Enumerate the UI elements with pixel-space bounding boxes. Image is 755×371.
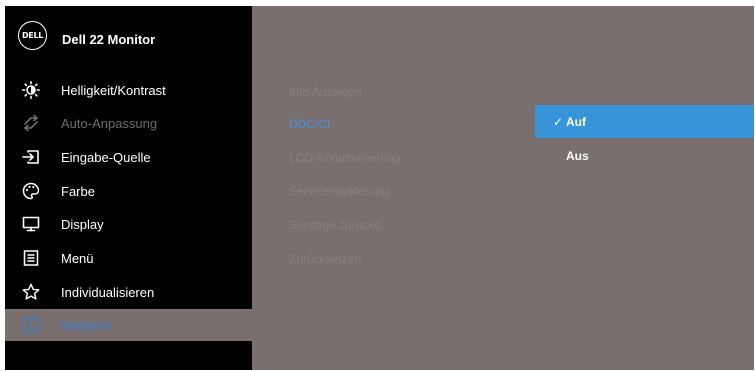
menu-item-label: Eingabe-Quelle: [61, 149, 151, 165]
menu-item-label: Display: [61, 216, 104, 232]
dell-logo-text: DELL: [21, 31, 44, 40]
menu-item-color[interactable]: Farbe: [5, 175, 252, 207]
menu-item-label: Weiteres: [61, 317, 113, 333]
dell-logo: DELL: [18, 21, 47, 50]
menu-item-brightness-contrast[interactable]: Helligkeit/Kontrast: [5, 74, 252, 106]
submenu-item-service-tag[interactable]: Servicemarkierung: [289, 184, 389, 198]
main-menu-sidebar: DELL Dell 22 Monitor Helligkeit/Kontrast…: [5, 6, 252, 370]
auto-adjust-icon: [22, 114, 40, 132]
submenu-item-ddc-ci[interactable]: DDC/CI: [289, 117, 330, 131]
menu-item-label: Individualisieren: [61, 284, 155, 300]
submenu-item-lcd-conditioning[interactable]: LCD-Konditionierung: [289, 151, 400, 165]
monitor-title: Dell 22 Monitor: [62, 32, 156, 47]
monitor-osd: DELL Dell 22 Monitor Helligkeit/Kontrast…: [5, 6, 754, 370]
menu-item-others[interactable]: Weiteres: [5, 309, 252, 341]
color-palette-icon: [22, 182, 40, 200]
others-icon: [22, 316, 40, 334]
input-source-icon: [22, 148, 40, 166]
menu-item-label: Farbe: [61, 183, 95, 199]
option-on[interactable]: ✓ Auf: [535, 105, 754, 138]
option-label: Aus: [566, 148, 589, 163]
submenu-item-factory-reset[interactable]: Zurücksetzen: [289, 252, 361, 266]
menu-item-display[interactable]: Display: [5, 208, 252, 240]
osd-header: DELL Dell 22 Monitor: [5, 6, 252, 68]
menu-item-personalize[interactable]: Individualisieren: [5, 276, 252, 308]
menu-item-menu[interactable]: Menü: [5, 242, 252, 274]
star-icon: [22, 283, 40, 301]
option-off[interactable]: Aus: [535, 139, 754, 172]
submenu-item-display-info[interactable]: Info Anzeigen: [289, 85, 362, 99]
menu-item-input-source[interactable]: Eingabe-Quelle: [5, 141, 252, 173]
menu-item-auto-adjust[interactable]: Auto-Anpassung: [5, 107, 252, 139]
checkmark-icon: ✓: [553, 114, 564, 129]
menu-item-label: Helligkeit/Kontrast: [61, 82, 166, 98]
menu-icon: [22, 249, 40, 267]
menu-item-label: Auto-Anpassung: [61, 115, 158, 131]
brightness-icon: [22, 81, 40, 99]
option-label: Auf: [566, 114, 586, 129]
submenu-item-reset-others[interactable]: Sonstige zurücks.: [289, 218, 384, 232]
display-icon: [22, 215, 40, 233]
menu-item-label: Menü: [61, 250, 94, 266]
